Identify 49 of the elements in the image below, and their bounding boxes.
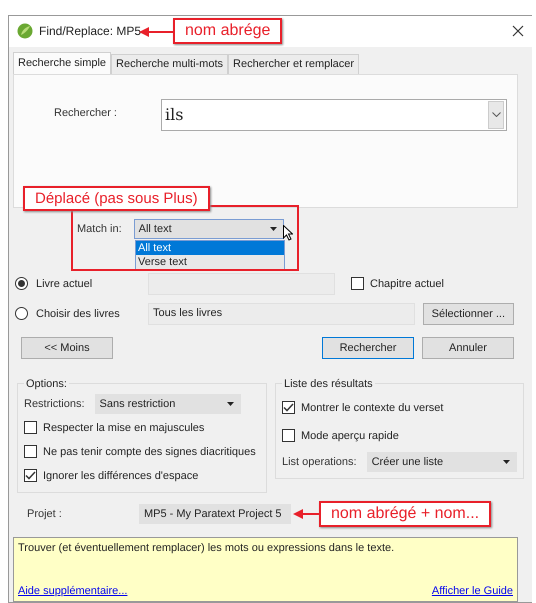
restrictions-dropdown[interactable]: Sans restriction (94, 394, 241, 414)
dropdown-option[interactable]: Verse text (136, 255, 284, 270)
chevron-icon[interactable] (492, 112, 500, 118)
arrow-icon (293, 508, 319, 519)
radio-button[interactable] (15, 307, 28, 320)
option-checkbox[interactable]: Ignorer les différences d'espace (24, 466, 260, 486)
annotation-callout: nom abrégé + nom... (319, 500, 492, 527)
option-checkbox[interactable]: Ne pas tenir compte des signes diacritiques (24, 442, 260, 462)
list-operations-label: List operations: (282, 456, 357, 468)
tab[interactable]: Recherche simple (13, 52, 112, 74)
dropdown-option[interactable]: All text (136, 241, 284, 256)
search-button[interactable]: Rechercher (322, 336, 414, 359)
checkmark-icon (25, 471, 36, 480)
project-dropdown[interactable]: MP5 - My Paratext Project 5 (139, 504, 291, 524)
books-field: Tous les livres (148, 302, 415, 325)
result-checkbox[interactable]: Montrer le contexte du verset (282, 398, 517, 418)
cancel-button[interactable]: Annuler (422, 336, 514, 359)
caret-icon (502, 460, 510, 464)
window-title: Find/Replace: MP5 (39, 24, 142, 38)
radio-button[interactable] (15, 277, 28, 290)
radio-label: Livre actuel (36, 278, 94, 290)
help-link[interactable]: Aide supplémentaire... (18, 585, 128, 597)
tab[interactable]: Rechercher et remplacer (228, 54, 360, 74)
search-label: Rechercher : (54, 106, 117, 119)
match-in-label: Match in: (77, 223, 122, 236)
close-icon[interactable] (512, 25, 524, 38)
restrictions-label: Restrictions: (24, 398, 85, 410)
caret-icon (226, 402, 234, 406)
arrow-icon (139, 27, 173, 37)
project-label: Projet : (27, 508, 63, 520)
help-link[interactable]: Afficher le Guide (432, 585, 513, 597)
group-title: Liste des résultats (282, 378, 375, 390)
chapter-checkbox[interactable]: Chapitre actuel (351, 274, 444, 294)
leaf-icon (17, 23, 33, 40)
annotation-callout: Déplacé (pas sous Plus) (23, 186, 210, 212)
radio-label: Choisir des livres (36, 308, 121, 320)
tab[interactable]: Recherche multi-mots (111, 54, 228, 74)
search-field[interactable]: ils (160, 98, 507, 131)
result-checkbox[interactable]: Mode aperçu rapide (282, 426, 517, 446)
less-button[interactable]: << Moins (21, 336, 113, 359)
help-text: Trouver (et éventuellement remplacer) les mots ou expressions dans le texte. (18, 542, 396, 554)
list-operations-dropdown[interactable]: Créer une liste (366, 452, 517, 472)
option-checkbox[interactable]: Respecter la mise en majuscules (24, 418, 260, 438)
caret-icon (270, 227, 277, 232)
select-button[interactable]: Sélectionner ... (422, 302, 514, 325)
match-in-dropdown[interactable]: All text (134, 219, 284, 240)
group-title: Options: (24, 378, 69, 390)
checkmark-icon (283, 403, 294, 412)
annotation-callout: nom abrége (173, 18, 282, 44)
